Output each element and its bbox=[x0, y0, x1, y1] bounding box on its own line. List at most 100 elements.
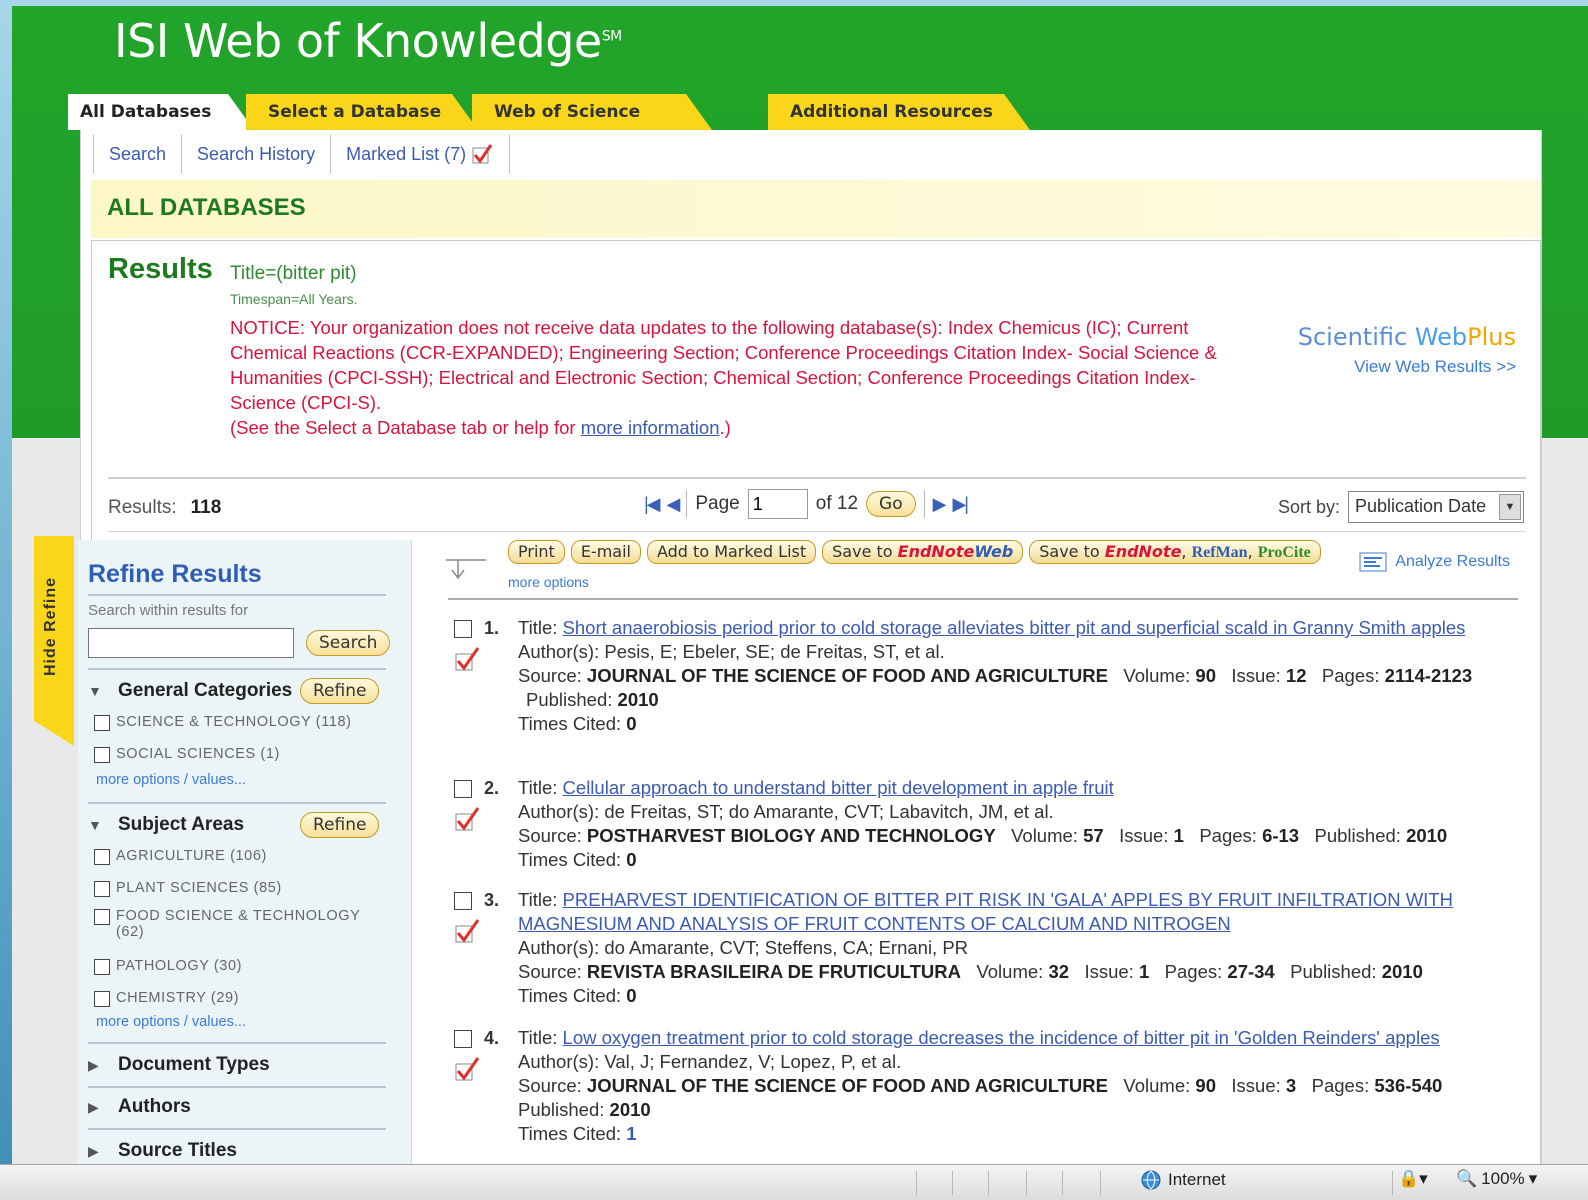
triangle-down-icon: ▼ bbox=[88, 817, 102, 833]
record-checkbox[interactable] bbox=[454, 780, 472, 798]
subject-option[interactable]: PATHOLOGY (30) bbox=[94, 958, 242, 975]
hide-refine-tab[interactable]: Hide Refine bbox=[34, 536, 74, 746]
analyze-results-link[interactable]: Analyze Results bbox=[1359, 552, 1510, 572]
status-cell bbox=[952, 1171, 953, 1195]
checkbox[interactable] bbox=[94, 747, 110, 763]
analyze-icon bbox=[1359, 552, 1387, 572]
divider bbox=[108, 531, 1526, 532]
marked-list-label: Marked List (7) bbox=[346, 144, 467, 164]
record-title-link[interactable]: Cellular approach to understand bitter p… bbox=[563, 777, 1114, 798]
search-within-label: Search within results for bbox=[88, 602, 249, 619]
record-body: Title: Short anaerobiosis period prior t… bbox=[518, 617, 1473, 734]
general-categories-header[interactable]: ▼ General Categories bbox=[88, 680, 292, 702]
category-option[interactable]: SOCIAL SCIENCES (1) bbox=[94, 746, 280, 763]
subnav-search[interactable]: Search bbox=[93, 135, 181, 173]
pager-divider bbox=[686, 490, 688, 518]
go-button[interactable]: Go bbox=[866, 491, 916, 517]
search-within-button[interactable]: Search bbox=[306, 630, 391, 656]
view-web-results-link[interactable]: View Web Results >> bbox=[1298, 357, 1516, 377]
divider bbox=[88, 802, 386, 804]
checkbox[interactable] bbox=[94, 909, 110, 925]
status-cell bbox=[1392, 1171, 1393, 1195]
divider bbox=[88, 1042, 386, 1044]
divider bbox=[108, 477, 1526, 479]
divider bbox=[448, 598, 1518, 600]
checkbox[interactable] bbox=[94, 715, 110, 731]
save-to-reference-manager-button[interactable]: Save to EndNote, RefMan, ProCite bbox=[1029, 540, 1321, 564]
more-options-link[interactable]: more options bbox=[508, 574, 589, 590]
subnav-search-history[interactable]: Search History bbox=[181, 135, 330, 173]
add-to-marked-list-button[interactable]: Add to Marked List bbox=[646, 540, 817, 564]
tab-web-of-science[interactable]: Web of Science bbox=[472, 94, 712, 130]
results-heading: Results bbox=[108, 253, 213, 285]
checkbox[interactable] bbox=[94, 991, 110, 1007]
authors-header[interactable]: ▶ Authors bbox=[88, 1096, 191, 1118]
print-button[interactable]: Print bbox=[508, 540, 565, 564]
security-zone[interactable]: Internet bbox=[1140, 1169, 1226, 1191]
subject-areas-header[interactable]: ▼ Subject Areas bbox=[88, 814, 244, 836]
more-options-link[interactable]: more options / values... bbox=[96, 1014, 246, 1030]
tab-select-database[interactable]: Select a Database bbox=[246, 94, 478, 130]
search-within-input[interactable] bbox=[88, 628, 294, 658]
search-query: Title=(bitter pit) bbox=[230, 263, 357, 284]
sub-navigation: Search Search History Marked List (7) bbox=[93, 134, 511, 174]
document-types-header[interactable]: ▶ Document Types bbox=[88, 1054, 270, 1076]
page-number-input[interactable] bbox=[747, 489, 808, 519]
sort-by: Sort by: Publication Date ▼ bbox=[1278, 491, 1524, 523]
record-title-link[interactable]: Low oxygen treatment prior to cold stora… bbox=[563, 1027, 1440, 1048]
refine-general-button[interactable]: Refine bbox=[300, 678, 380, 704]
status-cell bbox=[1100, 1171, 1101, 1195]
refine-subject-button[interactable]: Refine bbox=[300, 812, 380, 838]
next-page-icon[interactable]: ▶ bbox=[933, 494, 947, 515]
record-title-link[interactable]: PREHARVEST IDENTIFICATION OF BITTER PIT … bbox=[518, 889, 1453, 934]
scientific-webplus[interactable]: Scientific WebPlus View Web Results >> bbox=[1298, 323, 1516, 377]
protected-mode-icon[interactable]: 🔒▾ bbox=[1398, 1169, 1428, 1189]
marked-check-icon bbox=[455, 807, 480, 831]
triangle-down-icon: ▼ bbox=[88, 683, 102, 699]
chevron-down-icon: ▼ bbox=[1499, 494, 1521, 520]
page-label: Page bbox=[695, 493, 740, 514]
status-cell bbox=[916, 1171, 917, 1195]
divider bbox=[88, 1128, 386, 1130]
triangle-right-icon: ▶ bbox=[88, 1098, 99, 1115]
marked-check-icon bbox=[455, 647, 480, 671]
pagination: |◀ ◀ Page of 12 Go ▶ ▶| bbox=[644, 489, 969, 519]
page-count: of 12 bbox=[815, 493, 859, 514]
first-page-icon[interactable]: |◀ bbox=[644, 494, 660, 515]
record-checkbox[interactable] bbox=[454, 892, 472, 910]
subnav-marked-list[interactable]: Marked List (7) bbox=[330, 135, 511, 173]
tab-additional-resources[interactable]: Additional Resources bbox=[768, 94, 1030, 130]
sort-select[interactable]: Publication Date ▼ bbox=[1348, 491, 1524, 523]
zoom-control[interactable]: 🔍 100% ▾ bbox=[1456, 1169, 1537, 1189]
timespan: Timespan=All Years. bbox=[230, 291, 358, 307]
divider bbox=[88, 594, 386, 596]
source-titles-header[interactable]: ▶ Source Titles bbox=[88, 1140, 237, 1162]
marked-check-icon bbox=[455, 919, 480, 943]
record-title-link[interactable]: Short anaerobiosis period prior to cold … bbox=[563, 617, 1466, 638]
divider bbox=[88, 668, 386, 670]
divider bbox=[88, 1086, 386, 1088]
tab-all-databases[interactable]: All Databases bbox=[68, 94, 254, 130]
checkbox[interactable] bbox=[94, 849, 110, 865]
checkbox[interactable] bbox=[94, 881, 110, 897]
subject-option[interactable]: FOOD SCIENCE & TECHNOLOGY (62) bbox=[94, 908, 364, 940]
triangle-right-icon: ▶ bbox=[88, 1056, 99, 1073]
more-information-link[interactable]: more information bbox=[581, 417, 720, 438]
webplus-logo: Scientific WebPlus bbox=[1297, 323, 1516, 351]
results-count: Results: 118 bbox=[108, 497, 222, 518]
save-to-endnote-web-button[interactable]: Save to EndNoteWeb bbox=[822, 540, 1024, 564]
browser-content: ISI Web of KnowledgeSM All Databases Sel… bbox=[12, 6, 1588, 1174]
subject-option[interactable]: CHEMISTRY (29) bbox=[94, 990, 239, 1007]
record-number: 2. bbox=[484, 778, 500, 798]
subject-option[interactable]: AGRICULTURE (106) bbox=[94, 848, 267, 865]
last-page-icon[interactable]: ▶| bbox=[952, 494, 968, 515]
zoom-icon: 🔍 bbox=[1456, 1169, 1478, 1188]
record-checkbox[interactable] bbox=[454, 1030, 472, 1048]
record-checkbox[interactable] bbox=[454, 620, 472, 638]
subject-option[interactable]: PLANT SCIENCES (85) bbox=[94, 880, 282, 897]
checkbox[interactable] bbox=[94, 959, 110, 975]
more-options-link[interactable]: more options / values... bbox=[96, 772, 246, 788]
category-option[interactable]: SCIENCE & TECHNOLOGY (118) bbox=[94, 714, 352, 731]
email-button[interactable]: E-mail bbox=[570, 540, 641, 564]
previous-page-icon[interactable]: ◀ bbox=[667, 494, 681, 515]
